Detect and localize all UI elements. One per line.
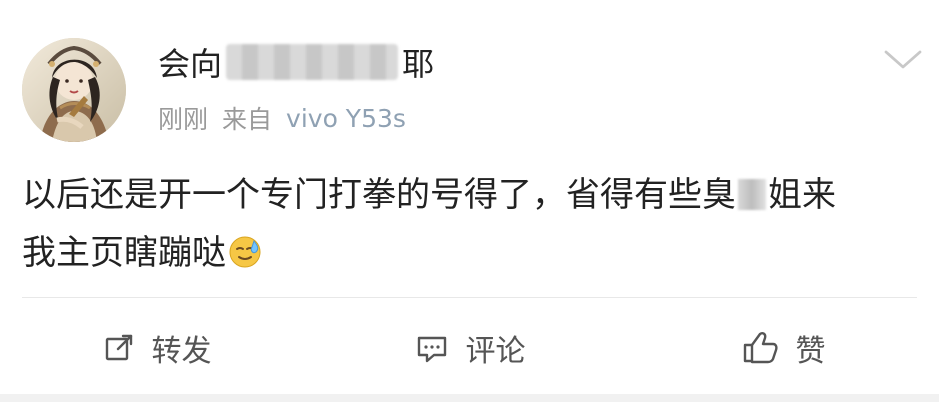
post-content-line-2: 我主页瞎蹦哒	[22, 224, 917, 282]
username-redaction-blur	[226, 44, 399, 80]
comment-icon	[417, 336, 446, 363]
comment-label: 评论	[465, 334, 526, 369]
thumbs-up-icon	[743, 332, 778, 364]
post-content: 以后还是开一个专门打拳的号得了，省得有些臭 姐来 我主页瞎蹦哒	[22, 166, 917, 282]
chevron-down-icon[interactable]	[880, 44, 926, 74]
like-button[interactable]: 赞	[626, 302, 939, 394]
comment-button[interactable]: 评论	[313, 302, 626, 394]
sweat-smile-emoji	[229, 236, 261, 268]
repost-button[interactable]: 转发	[0, 302, 313, 394]
post-content-line-1: 以后还是开一个专门打拳的号得了，省得有些臭 姐来	[22, 166, 917, 224]
username-suffix: 耶	[402, 45, 435, 83]
post-time: 刚刚	[158, 105, 209, 134]
device-source[interactable]: vivo Y53s	[286, 104, 406, 133]
post-text-after-redaction: 姐来	[768, 175, 836, 215]
repost-label: 转发	[151, 334, 212, 369]
post-text-before-redaction: 以后还是开一个专门打拳的号得了，省得有些臭	[22, 175, 736, 215]
username[interactable]: 会向 耶	[158, 40, 434, 84]
weibo-post-card: 会向 耶 刚刚 来自 vivo Y53s 以后还是开一个专门打拳的号得了，省得有…	[0, 0, 939, 402]
post-text-line-2: 我主页瞎蹦哒	[22, 233, 226, 273]
post-meta: 刚刚 来自 vivo Y53s	[158, 100, 406, 136]
repost-icon	[105, 334, 132, 361]
avatar[interactable]	[22, 38, 126, 142]
card-bottom-border	[0, 394, 939, 402]
avatar-illustration	[22, 38, 126, 142]
post-divider	[22, 297, 917, 298]
username-prefix: 会向	[158, 45, 223, 83]
content-redaction-blur	[738, 179, 766, 210]
post-actions: 转发 评论 赞	[0, 302, 939, 394]
source-prefix: 来自	[222, 105, 273, 134]
like-label: 赞	[795, 334, 826, 369]
